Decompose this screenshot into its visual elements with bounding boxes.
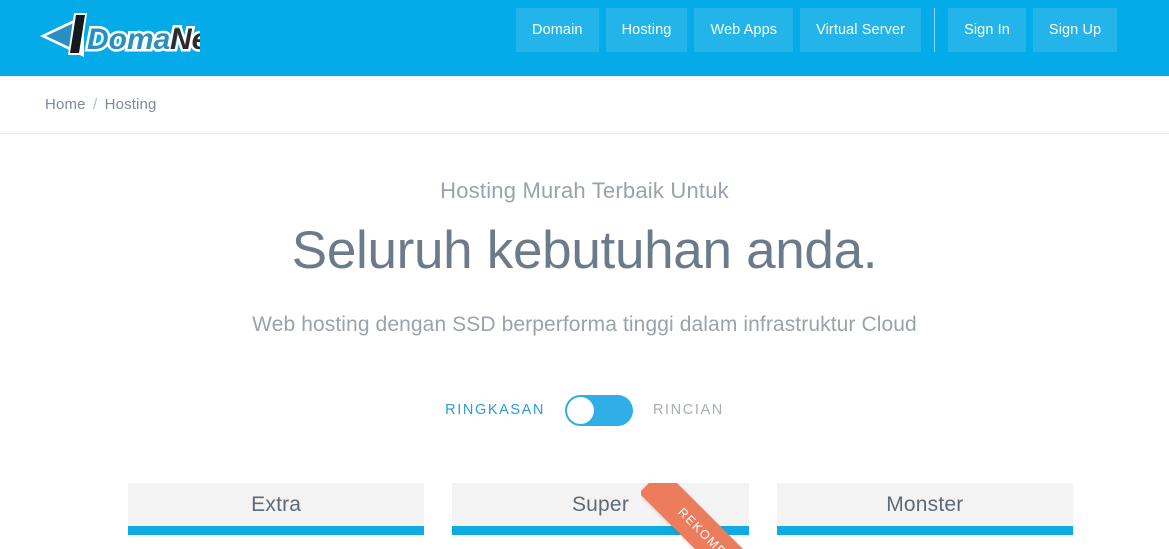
view-toggle: RINGKASAN RINCIAN: [0, 394, 1169, 426]
plan-body: [128, 535, 425, 549]
hero-section: Hosting Murah Terbaik Untuk Seluruh kebu…: [0, 134, 1169, 426]
plan-accent-bar: [128, 526, 425, 535]
nav-item-virtual-server[interactable]: Virtual Server: [800, 8, 922, 52]
view-toggle-knob: [566, 396, 594, 424]
plan-card-list: Extra Super REKOMENDASI Monster: [128, 483, 1073, 549]
plan-accent-bar: [776, 526, 1073, 535]
site-header: Domai Nesia Domai Nesia Domain Hosting W…: [0, 0, 1169, 76]
nav-item-sign-up[interactable]: Sign Up: [1032, 8, 1118, 52]
nav-item-sign-in[interactable]: Sign In: [948, 8, 1026, 52]
svg-text:Nesia: Nesia: [170, 23, 200, 56]
toggle-label-rincian[interactable]: RINCIAN: [653, 402, 724, 418]
breadcrumb-bar: Home / Hosting: [0, 76, 1169, 134]
toggle-label-ringkasan[interactable]: RINGKASAN: [445, 402, 545, 418]
nav-item-hosting[interactable]: Hosting: [605, 8, 688, 52]
plan-card-extra[interactable]: Extra: [128, 483, 425, 549]
plan-name: Monster: [886, 492, 964, 516]
breadcrumb-separator: /: [92, 96, 98, 113]
main-navigation: Domain Hosting Web Apps Virtual Server S…: [516, 8, 1124, 52]
nav-divider: [934, 8, 936, 52]
logo-graphic: Domai Nesia Domai Nesia: [40, 13, 200, 59]
breadcrumb: Home / Hosting: [45, 96, 157, 113]
page-title: Seluruh kebutuhan anda.: [291, 221, 878, 281]
breadcrumb-item-current[interactable]: Hosting: [105, 96, 157, 113]
nav-item-web-apps[interactable]: Web Apps: [694, 8, 794, 52]
plan-name: Super: [571, 492, 630, 516]
plan-card-super[interactable]: Super REKOMENDASI: [452, 483, 749, 549]
svg-text:Domai: Domai: [87, 23, 179, 56]
plan-name: Extra: [251, 492, 302, 516]
view-toggle-switch[interactable]: [564, 394, 633, 426]
plan-body: [776, 535, 1073, 549]
hero-subtitle: Web hosting dengan SSD berperforma tingg…: [252, 312, 917, 336]
hero-kicker: Hosting Murah Terbaik Untuk: [440, 178, 729, 203]
plan-card-monster[interactable]: Monster: [776, 483, 1073, 549]
plan-accent-bar: [452, 526, 749, 535]
breadcrumb-item-home[interactable]: Home: [45, 96, 86, 113]
nav-item-domain[interactable]: Domain: [516, 8, 599, 52]
brand-logo[interactable]: Domai Nesia Domai Nesia: [30, 8, 200, 64]
plan-body: [452, 535, 749, 549]
